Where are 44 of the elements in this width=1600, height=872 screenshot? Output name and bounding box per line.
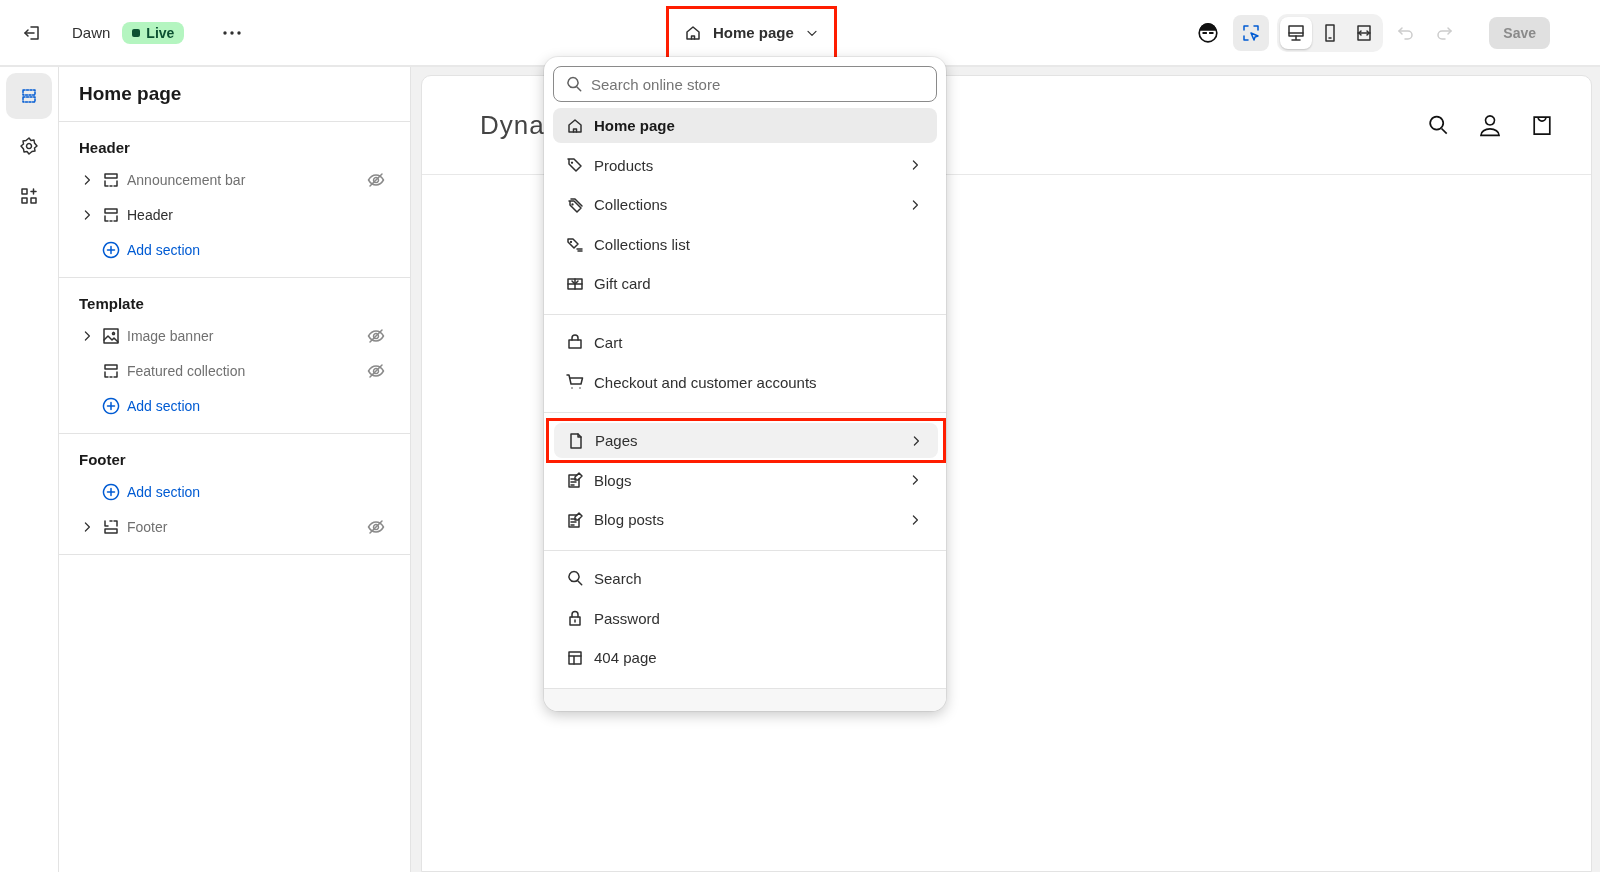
menu-item[interactable]: Password — [553, 600, 937, 636]
apps-icon — [19, 186, 39, 206]
select-cursor-icon — [1241, 22, 1262, 43]
sections-icon — [19, 86, 39, 106]
add-section-button[interactable]: Add section — [101, 395, 201, 416]
section-item[interactable]: Header — [127, 206, 386, 223]
status-badge: Live — [122, 21, 185, 44]
plus-circle-icon — [101, 481, 121, 502]
menu-item[interactable]: Home page — [553, 108, 937, 143]
more-icon — [223, 30, 242, 35]
section-item[interactable]: Footer — [127, 518, 360, 535]
menu-item[interactable]: Checkout and customer accounts — [553, 364, 937, 400]
group-heading: Template — [78, 295, 145, 312]
search-icon — [564, 74, 584, 94]
menu-item[interactable]: Collections — [553, 187, 937, 223]
sections-tab[interactable] — [6, 73, 52, 119]
inspector-button[interactable] — [1233, 14, 1270, 51]
menu-item[interactable]: 404 page — [553, 640, 937, 676]
menu-item[interactable]: Blogs — [553, 462, 937, 498]
search-field[interactable]: Search online store — [553, 66, 937, 102]
avatar-icon[interactable] — [1197, 21, 1220, 44]
add-section-button[interactable]: Add section — [101, 239, 201, 260]
group-heading: Footer — [78, 451, 127, 468]
desktop-icon — [1286, 22, 1307, 43]
group-heading: Header — [78, 139, 131, 156]
desktop-view-button[interactable] — [1280, 16, 1313, 49]
section-item[interactable]: Image banner — [127, 327, 360, 344]
menu-item[interactable]: Gift card — [553, 266, 937, 302]
theme-name: Dawn — [72, 24, 111, 41]
account-icon[interactable] — [1477, 112, 1503, 138]
add-section-button[interactable]: Add section — [101, 481, 201, 502]
settings-icon — [19, 136, 39, 156]
menu-item[interactable]: Products — [553, 147, 937, 183]
menu-item[interactable]: Pages — [554, 423, 938, 459]
plus-circle-icon — [101, 239, 121, 260]
menu-item[interactable]: Cart — [553, 324, 937, 360]
store-name: Dyna — [480, 109, 545, 141]
menu-item[interactable]: Collections list — [553, 226, 937, 262]
plus-circle-icon — [101, 395, 121, 416]
section-item[interactable]: Featured collection — [127, 362, 360, 379]
section-item[interactable]: Announcement bar — [127, 171, 360, 188]
menu-item[interactable]: Blog posts — [553, 502, 937, 538]
menu-item[interactable]: Search — [553, 560, 937, 596]
sidebar-title: Home page — [59, 67, 410, 122]
